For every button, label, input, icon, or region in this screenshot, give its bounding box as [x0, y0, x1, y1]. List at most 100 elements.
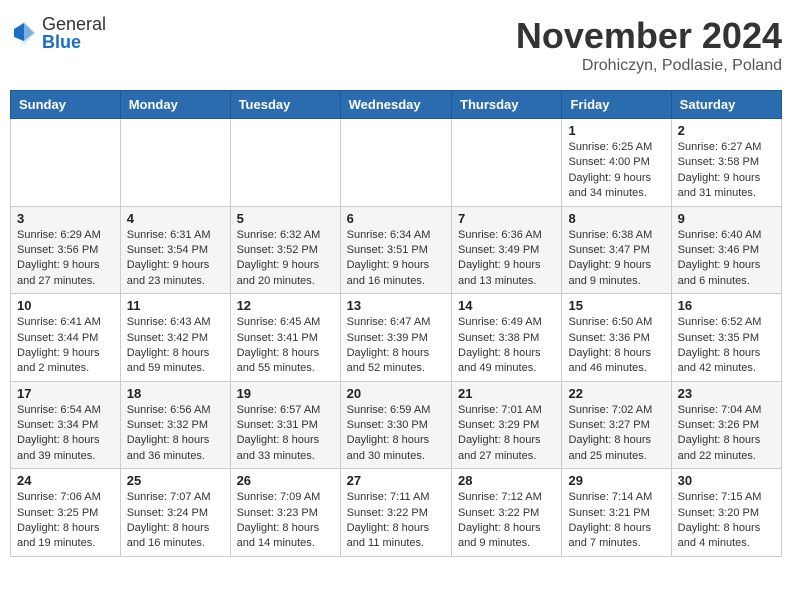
logo-blue-text: Blue — [42, 33, 106, 51]
day-cell — [11, 119, 121, 207]
logo: General Blue — [10, 15, 106, 51]
day-cell: 9 Sunrise: 6:40 AM Sunset: 3:46 PM Daylig… — [671, 206, 781, 294]
day-info: Sunrise: 6:56 AM Sunset: 3:32 PM Dayligh… — [127, 403, 224, 465]
day-cell: 22 Sunrise: 7:02 AM Sunset: 3:27 PM Dayli… — [562, 381, 671, 469]
day-info: Sunrise: 6:47 AM Sunset: 3:39 PM Dayligh… — [347, 315, 445, 377]
day-number: 20 — [347, 386, 445, 401]
day-info: Sunrise: 6:45 AM Sunset: 3:41 PM Dayligh… — [237, 315, 334, 377]
day-number: 29 — [568, 473, 664, 488]
day-info: Sunrise: 6:52 AM Sunset: 3:35 PM Dayligh… — [678, 315, 775, 377]
day-number: 1 — [568, 123, 664, 138]
week-row-1: 1 Sunrise: 6:25 AM Sunset: 4:00 PM Daylig… — [11, 119, 782, 207]
day-info: Sunrise: 7:15 AM Sunset: 3:20 PM Dayligh… — [678, 490, 775, 552]
day-number: 23 — [678, 386, 775, 401]
day-cell: 11Sunrise: 6:43 AM Sunset: 3:42 PM Dayli… — [120, 294, 230, 382]
day-number: 25 — [127, 473, 224, 488]
day-number: 17 — [17, 386, 114, 401]
day-cell: 18 Sunrise: 6:56 AM Sunset: 3:32 PM Dayli… — [120, 381, 230, 469]
day-cell: 4 Sunrise: 6:31 AM Sunset: 3:54 PM Daylig… — [120, 206, 230, 294]
day-cell: 10 Sunrise: 6:41 AM Sunset: 3:44 PM Dayli… — [11, 294, 121, 382]
day-info: Sunrise: 6:38 AM Sunset: 3:47 PM Dayligh… — [568, 228, 664, 290]
day-info: Sunrise: 6:40 AM Sunset: 3:46 PM Dayligh… — [678, 228, 775, 290]
month-title: November 2024 — [516, 15, 782, 57]
day-number: 4 — [127, 211, 224, 226]
day-cell: 2 Sunrise: 6:27 AM Sunset: 3:58 PM Daylig… — [671, 119, 781, 207]
day-info: Sunrise: 6:59 AM Sunset: 3:30 PM Dayligh… — [347, 403, 445, 465]
column-header-sunday: Sunday — [11, 91, 121, 119]
week-row-3: 10 Sunrise: 6:41 AM Sunset: 3:44 PM Dayli… — [11, 294, 782, 382]
week-row-5: 24Sunrise: 7:06 AM Sunset: 3:25 PM Dayli… — [11, 469, 782, 557]
logo-icon — [10, 19, 38, 47]
day-info: Sunrise: 7:12 AM Sunset: 3:22 PM Dayligh… — [458, 490, 555, 552]
day-cell — [230, 119, 340, 207]
day-cell: 27 Sunrise: 7:11 AM Sunset: 3:22 PM Dayli… — [340, 469, 451, 557]
day-cell: 24Sunrise: 7:06 AM Sunset: 3:25 PM Dayli… — [11, 469, 121, 557]
header: General Blue November 2024 Drohiczyn, Po… — [10, 10, 782, 80]
week-row-4: 17 Sunrise: 6:54 AM Sunset: 3:34 PM Dayli… — [11, 381, 782, 469]
day-number: 14 — [458, 298, 555, 313]
day-cell: 26 Sunrise: 7:09 AM Sunset: 3:23 PM Dayli… — [230, 469, 340, 557]
calendar-header-row: SundayMondayTuesdayWednesdayThursdayFrid… — [11, 91, 782, 119]
day-number: 12 — [237, 298, 334, 313]
day-number: 18 — [127, 386, 224, 401]
day-info: Sunrise: 6:34 AM Sunset: 3:51 PM Dayligh… — [347, 228, 445, 290]
column-header-friday: Friday — [562, 91, 671, 119]
day-number: 6 — [347, 211, 445, 226]
day-number: 2 — [678, 123, 775, 138]
day-info: Sunrise: 6:50 AM Sunset: 3:36 PM Dayligh… — [568, 315, 664, 377]
day-number: 21 — [458, 386, 555, 401]
day-info: Sunrise: 6:49 AM Sunset: 3:38 PM Dayligh… — [458, 315, 555, 377]
day-cell: 7Sunrise: 6:36 AM Sunset: 3:49 PM Daylig… — [452, 206, 562, 294]
day-number: 19 — [237, 386, 334, 401]
day-number: 15 — [568, 298, 664, 313]
title-section: November 2024 Drohiczyn, Podlasie, Polan… — [516, 15, 782, 75]
logo-general-text: General — [42, 15, 106, 33]
day-info: Sunrise: 6:43 AM Sunset: 3:42 PM Dayligh… — [127, 315, 224, 377]
day-number: 10 — [17, 298, 114, 313]
day-info: Sunrise: 7:02 AM Sunset: 3:27 PM Dayligh… — [568, 403, 664, 465]
day-number: 30 — [678, 473, 775, 488]
day-number: 27 — [347, 473, 445, 488]
day-cell: 21Sunrise: 7:01 AM Sunset: 3:29 PM Dayli… — [452, 381, 562, 469]
day-number: 28 — [458, 473, 555, 488]
day-cell: 14 Sunrise: 6:49 AM Sunset: 3:38 PM Dayli… — [452, 294, 562, 382]
day-info: Sunrise: 7:07 AM Sunset: 3:24 PM Dayligh… — [127, 490, 224, 552]
day-info: Sunrise: 6:36 AM Sunset: 3:49 PM Dayligh… — [458, 228, 555, 290]
day-cell: 16 Sunrise: 6:52 AM Sunset: 3:35 PM Dayli… — [671, 294, 781, 382]
day-cell: 5Sunrise: 6:32 AM Sunset: 3:52 PM Daylig… — [230, 206, 340, 294]
day-cell: 15 Sunrise: 6:50 AM Sunset: 3:36 PM Dayli… — [562, 294, 671, 382]
day-info: Sunrise: 6:27 AM Sunset: 3:58 PM Dayligh… — [678, 140, 775, 202]
day-number: 22 — [568, 386, 664, 401]
day-info: Sunrise: 6:31 AM Sunset: 3:54 PM Dayligh… — [127, 228, 224, 290]
day-info: Sunrise: 7:04 AM Sunset: 3:26 PM Dayligh… — [678, 403, 775, 465]
day-info: Sunrise: 6:41 AM Sunset: 3:44 PM Dayligh… — [17, 315, 114, 377]
day-info: Sunrise: 7:09 AM Sunset: 3:23 PM Dayligh… — [237, 490, 334, 552]
logo-text: General Blue — [42, 15, 106, 51]
day-cell — [452, 119, 562, 207]
week-row-2: 3Sunrise: 6:29 AM Sunset: 3:56 PM Daylig… — [11, 206, 782, 294]
day-info: Sunrise: 6:54 AM Sunset: 3:34 PM Dayligh… — [17, 403, 114, 465]
day-cell: 25 Sunrise: 7:07 AM Sunset: 3:24 PM Dayli… — [120, 469, 230, 557]
day-info: Sunrise: 6:25 AM Sunset: 4:00 PM Dayligh… — [568, 140, 664, 202]
column-header-wednesday: Wednesday — [340, 91, 451, 119]
column-header-monday: Monday — [120, 91, 230, 119]
day-number: 16 — [678, 298, 775, 313]
day-info: Sunrise: 7:06 AM Sunset: 3:25 PM Dayligh… — [17, 490, 114, 552]
day-cell — [340, 119, 451, 207]
day-cell: 12 Sunrise: 6:45 AM Sunset: 3:41 PM Dayli… — [230, 294, 340, 382]
day-cell: 19Sunrise: 6:57 AM Sunset: 3:31 PM Dayli… — [230, 381, 340, 469]
day-number: 8 — [568, 211, 664, 226]
day-cell — [120, 119, 230, 207]
day-number: 13 — [347, 298, 445, 313]
day-cell: 17 Sunrise: 6:54 AM Sunset: 3:34 PM Dayli… — [11, 381, 121, 469]
day-number: 3 — [17, 211, 114, 226]
day-number: 9 — [678, 211, 775, 226]
day-info: Sunrise: 7:11 AM Sunset: 3:22 PM Dayligh… — [347, 490, 445, 552]
day-cell: 23 Sunrise: 7:04 AM Sunset: 3:26 PM Dayli… — [671, 381, 781, 469]
day-cell: 8 Sunrise: 6:38 AM Sunset: 3:47 PM Daylig… — [562, 206, 671, 294]
column-header-saturday: Saturday — [671, 91, 781, 119]
day-cell: 1 Sunrise: 6:25 AM Sunset: 4:00 PM Daylig… — [562, 119, 671, 207]
day-number: 26 — [237, 473, 334, 488]
calendar: SundayMondayTuesdayWednesdayThursdayFrid… — [10, 90, 782, 557]
day-info: Sunrise: 7:14 AM Sunset: 3:21 PM Dayligh… — [568, 490, 664, 552]
